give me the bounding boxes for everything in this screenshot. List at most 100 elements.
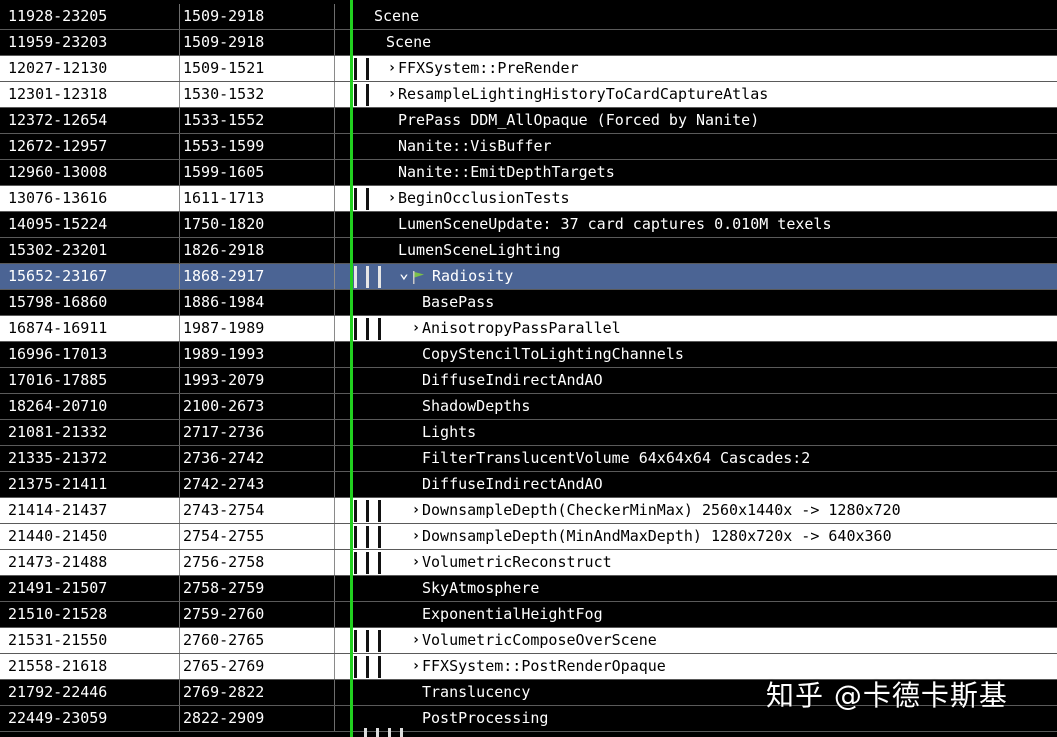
collapse-chevron-icon[interactable]: ⌄ <box>399 260 409 285</box>
eid-cell: 21081-21332 <box>0 420 180 445</box>
event-name: ExponentialHeightFog <box>422 605 603 623</box>
expand-chevron-icon[interactable]: › <box>387 186 397 211</box>
tree-row[interactable]: 21081-21332 2717-2736 Lights <box>0 420 1057 446</box>
name-cell: › VolumetricComposeOverScene <box>336 628 1057 653</box>
tree-guide-line <box>366 84 369 106</box>
event-name: Scene <box>386 33 432 51</box>
expand-chevron-icon[interactable]: › <box>411 628 421 653</box>
tree-row[interactable]: 12672-12957 1553-1599 Nanite::VisBuffer <box>0 134 1057 160</box>
event-name: VolumetricReconstruct <box>422 553 612 571</box>
duration-cell: 2760-2765 <box>180 628 335 653</box>
event-name: FFXSystem::PreRender <box>398 59 579 77</box>
eid-cell: 17016-17885 <box>0 368 180 393</box>
expand-chevron-icon[interactable]: › <box>411 316 421 341</box>
tree-guide-line <box>366 656 369 678</box>
tree-row[interactable]: 12301-12318 1530-1532 › ResampleLightingHis… <box>0 82 1057 108</box>
tree-row[interactable]: 13076-13616 1611-1713 › BeginOcclusionTests <box>0 186 1057 212</box>
eid-cell: 13076-13616 <box>0 186 180 211</box>
tree-row[interactable]: 21531-21550 2760-2765 › VolumetricComposeOv… <box>0 628 1057 654</box>
duration-cell: 2822-2909 <box>180 706 335 731</box>
tree-row[interactable]: 16874-16911 1987-1989 › AnisotropyPassParal… <box>0 316 1057 342</box>
name-cell: DiffuseIndirectAndAO <box>336 472 1057 497</box>
event-tree[interactable]: 11928-23205 1509-2918 Scene 11959-23203 1509… <box>0 4 1057 732</box>
tree-row[interactable]: 12960-13008 1599-1605 Nanite::EmitDepthTar… <box>0 160 1057 186</box>
duration-cell: 1611-1713 <box>180 186 335 211</box>
duration-cell: 2756-2758 <box>180 550 335 575</box>
name-cell: › DownsampleDepth(MinAndMaxDepth) 1280x72… <box>336 524 1057 549</box>
tree-row[interactable]: 12027-12130 1509-1521 › FFXSystem::PreRende… <box>0 56 1057 82</box>
tree-guide-line <box>354 84 357 106</box>
tree-row[interactable]: 11959-23203 1509-2918 Scene <box>0 30 1057 56</box>
event-name: Nanite::EmitDepthTargets <box>398 163 615 181</box>
tree-guide-line <box>378 630 381 652</box>
expand-chevron-icon[interactable]: › <box>411 524 421 549</box>
expand-chevron-icon[interactable]: › <box>411 498 421 523</box>
tree-row[interactable]: 21335-21372 2736-2742 FilterTranslucentVol… <box>0 446 1057 472</box>
event-name: ShadowDepths <box>422 397 531 415</box>
eid-cell: 21414-21437 <box>0 498 180 523</box>
duration-cell: 1993-2079 <box>180 368 335 393</box>
tree-row[interactable]: 12372-12654 1533-1552 PrePass DDM_AllOpaqu… <box>0 108 1057 134</box>
duration-cell: 1826-2918 <box>180 238 335 263</box>
event-name: LumenSceneUpdate: 37 card captures 0.010… <box>398 215 832 233</box>
expand-chevron-icon[interactable]: › <box>387 56 397 81</box>
tree-guide-line <box>354 552 357 574</box>
tree-row[interactable]: 21414-21437 2743-2754 › DownsampleDepth(Che… <box>0 498 1057 524</box>
event-name: CopyStencilToLightingChannels <box>422 345 684 363</box>
duration-cell: 1509-2918 <box>180 30 335 55</box>
eid-cell: 11959-23203 <box>0 30 180 55</box>
name-cell: BasePass <box>336 290 1057 315</box>
tree-row[interactable]: 15302-23201 1826-2918 LumenSceneLighting <box>0 238 1057 264</box>
duration-cell: 1530-1532 <box>180 82 335 107</box>
name-cell: LumenSceneLighting <box>336 238 1057 263</box>
event-name: PrePass DDM_AllOpaque (Forced by Nanite) <box>398 111 760 129</box>
name-cell: › BeginOcclusionTests <box>336 186 1057 211</box>
tree-row[interactable]: 17016-17885 1993-2079 DiffuseIndirectAndAO <box>0 368 1057 394</box>
duration-cell: 2765-2769 <box>180 654 335 679</box>
eid-cell: 15652-23167 <box>0 264 180 289</box>
eid-cell: 12301-12318 <box>0 82 180 107</box>
tree-row-selected[interactable]: 15652-23167 1868-2917 ⌄ Radiosity <box>0 263 1057 290</box>
name-cell: ⌄ Radiosity <box>336 263 1057 289</box>
tree-row[interactable]: 21491-21507 2758-2759 SkyAtmosphere <box>0 576 1057 602</box>
tree-guide-line <box>354 630 357 652</box>
duration-cell: 1886-1984 <box>180 290 335 315</box>
event-name: DownsampleDepth(CheckerMinMax) 2560x1440… <box>422 501 901 519</box>
event-name: BeginOcclusionTests <box>398 189 570 207</box>
tree-guide-line <box>366 500 369 522</box>
name-cell: Lights <box>336 420 1057 445</box>
tree-row[interactable]: 11928-23205 1509-2918 Scene <box>0 4 1057 30</box>
tree-row[interactable]: 16996-17013 1989-1993 CopyStencilToLightin… <box>0 342 1057 368</box>
event-name: AnisotropyPassParallel <box>422 319 621 337</box>
tree-row[interactable]: 15798-16860 1886-1984 BasePass <box>0 290 1057 316</box>
tree-row[interactable]: 21375-21411 2742-2743 DiffuseIndirectAndAO <box>0 472 1057 498</box>
eid-cell: 22449-23059 <box>0 706 180 731</box>
name-cell: Nanite::VisBuffer <box>336 134 1057 159</box>
tree-guide-line <box>366 526 369 548</box>
tree-row[interactable]: 14095-15224 1750-1820 LumenSceneUpdate: 37… <box>0 212 1057 238</box>
tree-guide-line <box>366 188 369 210</box>
expand-chevron-icon[interactable]: › <box>387 82 397 107</box>
name-cell: › ResampleLightingHistoryToCardCaptureAtl… <box>336 82 1057 107</box>
tree-guide-line <box>366 318 369 340</box>
duration-cell: 2717-2736 <box>180 420 335 445</box>
expand-chevron-icon[interactable]: › <box>411 550 421 575</box>
expand-chevron-icon[interactable]: › <box>411 654 421 679</box>
tree-row[interactable]: 21510-21528 2759-2760 ExponentialHeightFog <box>0 602 1057 628</box>
tree-guide-line <box>354 266 357 288</box>
duration-cell: 2743-2754 <box>180 498 335 523</box>
watermark: 知乎 @卡德卡斯基 <box>766 679 1008 712</box>
tree-row[interactable]: 21440-21450 2754-2755 › DownsampleDepth(Min… <box>0 524 1057 550</box>
tree-guide-line <box>354 526 357 548</box>
tree-guide-line <box>354 318 357 340</box>
name-cell: ExponentialHeightFog <box>336 602 1057 627</box>
eid-cell: 21440-21450 <box>0 524 180 549</box>
duration-cell: 1533-1552 <box>180 108 335 133</box>
name-cell: LumenSceneUpdate: 37 card captures 0.010… <box>336 212 1057 237</box>
tree-row[interactable]: 21473-21488 2756-2758 › VolumetricReconstru… <box>0 550 1057 576</box>
eid-cell: 12372-12654 <box>0 108 180 133</box>
duration-cell: 2736-2742 <box>180 446 335 471</box>
name-cell: › VolumetricReconstruct <box>336 550 1057 575</box>
tree-row[interactable]: 18264-20710 2100-2673 ShadowDepths <box>0 394 1057 420</box>
eid-cell: 21473-21488 <box>0 550 180 575</box>
